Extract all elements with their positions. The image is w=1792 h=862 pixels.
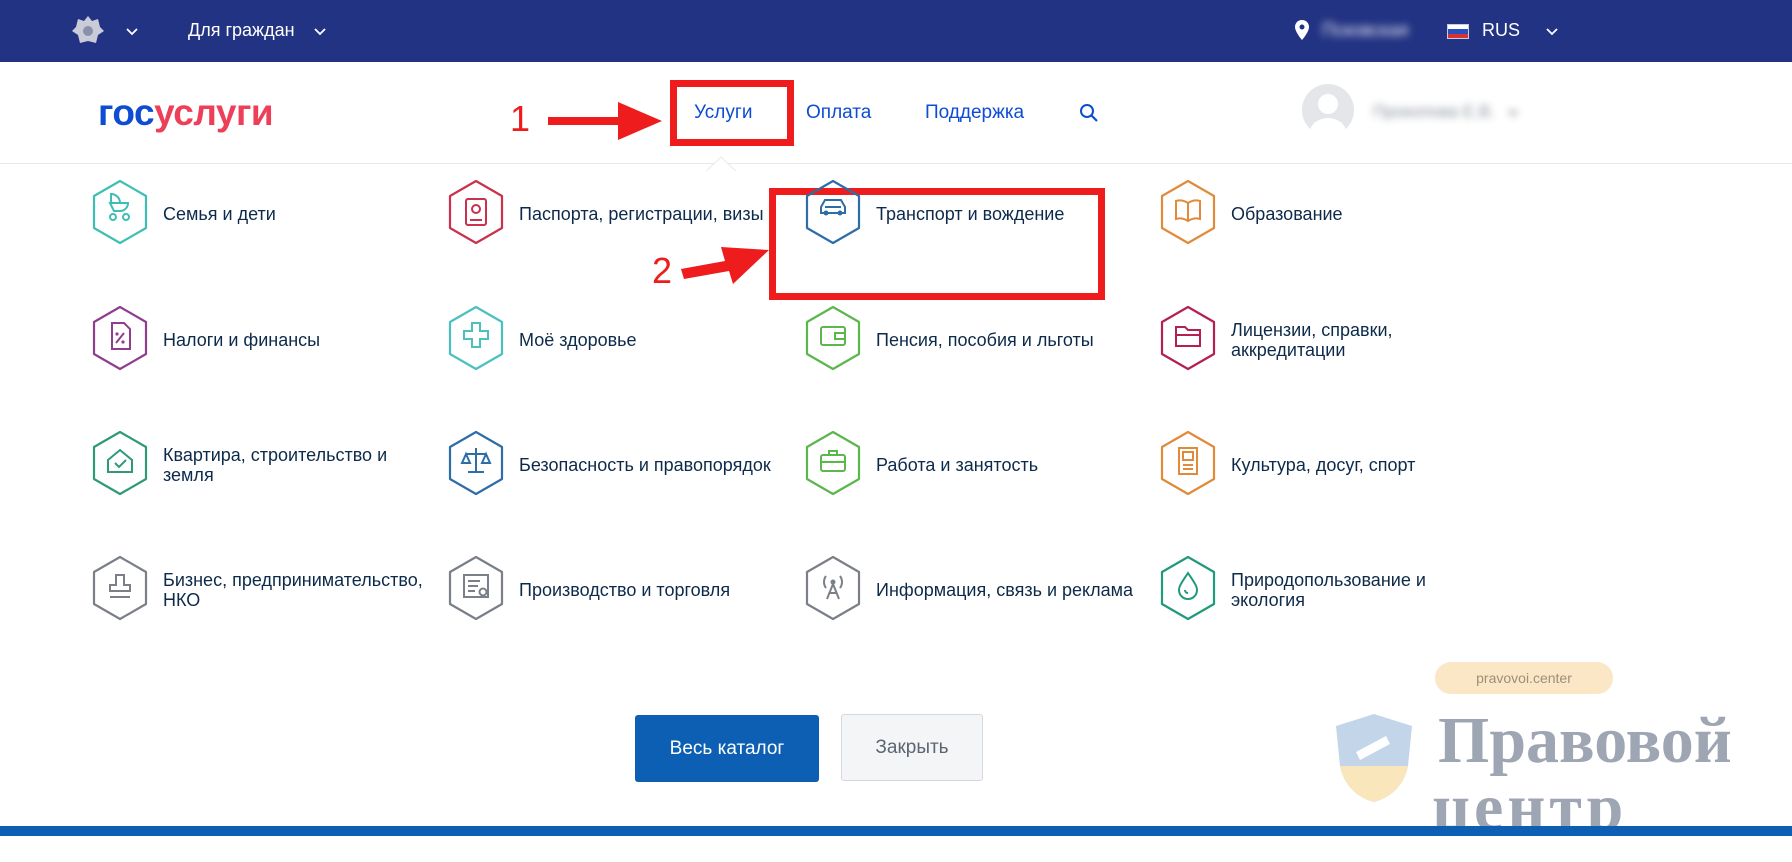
location-pin-icon[interactable] — [1295, 20, 1309, 40]
catalog-item[interactable]: Квартира, строительство и земля — [90, 430, 420, 500]
catalog-item-label: Культура, досуг, спорт — [1231, 455, 1416, 475]
nav-payment[interactable]: Оплата — [806, 102, 871, 124]
avatar[interactable] — [1302, 84, 1354, 136]
logo-part-uslugi: услуги — [154, 92, 274, 133]
catalog-item[interactable]: Природопользование и экология — [1158, 555, 1488, 625]
gosuslugi-logo[interactable]: госуслуги — [98, 92, 274, 134]
shield-icon — [1336, 714, 1412, 802]
nav-support[interactable]: Поддержка — [925, 102, 1024, 124]
catalog-item-label: Транспорт и вождение — [876, 204, 1065, 224]
catalog-item-label: Паспорта, регистрации, визы — [519, 204, 764, 224]
catalog-item[interactable]: Пенсия, пособия и льготы — [803, 305, 1133, 375]
footer-bar — [0, 826, 1792, 862]
wallet-icon — [805, 305, 861, 371]
catalog-item-label: Семья и дети — [163, 204, 276, 224]
medical-cross-icon — [448, 305, 504, 371]
tax-document-icon — [92, 305, 148, 371]
search-icon[interactable] — [1078, 102, 1100, 124]
catalog-item[interactable]: Образование — [1158, 179, 1488, 249]
drop-icon — [1160, 555, 1216, 621]
briefcase-icon — [805, 430, 861, 496]
catalog-item[interactable]: Культура, досуг, спорт — [1158, 430, 1488, 500]
language-selector[interactable]: RUS — [1482, 20, 1520, 41]
scales-icon — [448, 430, 504, 496]
catalog-item[interactable]: Паспорта, регистрации, визы — [446, 179, 776, 249]
catalog-item-label: Природопользование и экология — [1231, 570, 1426, 610]
logo-part-gos: гос — [98, 92, 155, 133]
catalog-item-label: Квартира, строительство и земля — [163, 445, 388, 485]
catalog-item-label: Производство и торговля — [519, 580, 731, 600]
location-text[interactable]: Псковская — [1322, 20, 1408, 41]
folder-icon — [1160, 305, 1216, 371]
catalog-item[interactable]: Моё здоровье — [446, 305, 776, 375]
catalog-item-label: Налоги и финансы — [163, 330, 321, 350]
catalog-item-label: Работа и занятость — [876, 455, 1039, 475]
culture-icon — [1160, 430, 1216, 496]
close-button[interactable]: Закрыть — [841, 714, 983, 781]
catalog-item-label: Моё здоровье — [519, 330, 637, 350]
chevron-down-icon[interactable] — [1544, 24, 1560, 40]
annotation-number-2: 2 — [652, 250, 673, 291]
catalog-item-label: Лицензии, справки, аккредитации — [1231, 320, 1393, 360]
house-icon — [92, 430, 148, 496]
catalog-item[interactable]: Лицензии, справки, аккредитации — [1158, 305, 1488, 375]
passport-icon — [448, 179, 504, 245]
catalog-item-label: Информация, связь и реклама — [876, 580, 1134, 600]
book-icon — [1160, 179, 1216, 245]
stamp-icon — [92, 555, 148, 621]
red-arrow-icon — [548, 102, 662, 140]
catalog-item[interactable]: Безопасность и правопорядок — [446, 430, 776, 500]
catalog-item[interactable]: Бизнес, предпринимательство, НКО — [90, 555, 423, 625]
chevron-down-icon[interactable] — [312, 24, 328, 40]
catalog-item[interactable]: Работа и занятость — [803, 430, 1133, 500]
site-header: госуслуги Услуги Оплата Поддержка Прокоп… — [0, 62, 1792, 164]
watermark-line1: Правовой — [1438, 704, 1732, 777]
chevron-down-icon[interactable] — [124, 24, 140, 40]
catalog-item[interactable]: Информация, связь и реклама — [803, 555, 1133, 625]
catalog-item-label: Пенсия, пособия и льготы — [876, 330, 1094, 350]
chevron-down-icon[interactable] — [1505, 106, 1521, 122]
full-catalog-button[interactable]: Весь каталог — [635, 715, 819, 782]
for-citizens-menu[interactable]: Для граждан — [188, 20, 295, 41]
stroller-icon — [92, 179, 148, 245]
catalog-item[interactable]: Производство и торговля — [446, 555, 776, 625]
catalog-item-label: Образование — [1231, 204, 1343, 224]
top-bar: Для граждан Псковская RUS — [0, 0, 1792, 62]
catalog-item[interactable]: Транспорт и вождение — [803, 179, 1133, 249]
catalog-item[interactable]: Семья и дети — [90, 179, 420, 249]
antenna-icon — [805, 555, 861, 621]
catalog-item[interactable]: Налоги и финансы — [90, 305, 420, 375]
user-name[interactable]: Прокопова Е.В. — [1373, 102, 1495, 122]
catalog-item-label: Безопасность и правопорядок — [519, 455, 771, 475]
highlight-box-services — [670, 80, 794, 146]
catalog-item-label: Бизнес, предпринимательство, НКО — [163, 570, 423, 610]
certificate-icon — [448, 555, 504, 621]
watermark-domain: pravovoi.center — [1435, 662, 1613, 694]
car-icon — [805, 179, 861, 245]
annotation-number-1: 1 — [510, 98, 531, 139]
coat-of-arms-icon[interactable] — [70, 13, 106, 49]
russian-flag-icon — [1447, 24, 1469, 39]
dropdown-caret — [706, 156, 736, 171]
